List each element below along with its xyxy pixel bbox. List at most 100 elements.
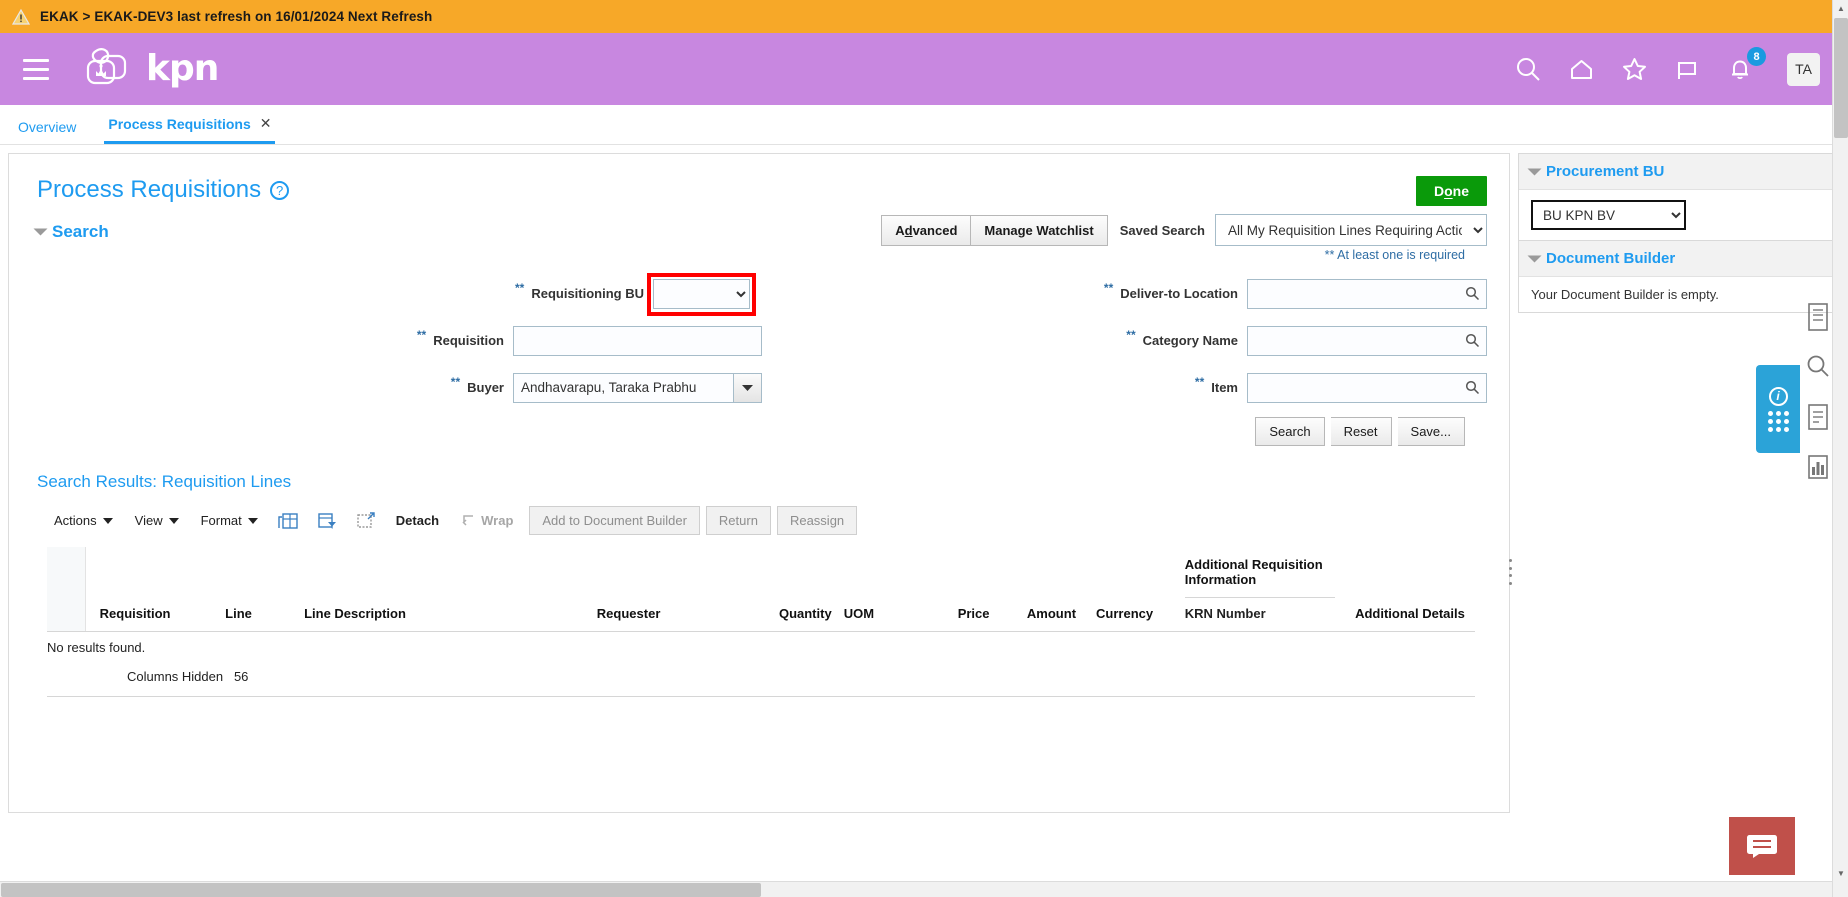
help-question-icon[interactable]: ?: [270, 180, 290, 200]
requisitioning-bu-control: [647, 272, 762, 316]
analytics-bar-icon[interactable]: [1801, 450, 1835, 484]
done-label-pre: D: [1433, 183, 1445, 199]
chevron-down-icon: [102, 517, 113, 524]
column-quantity[interactable]: Quantity: [752, 547, 844, 632]
requisition-input[interactable]: [513, 325, 762, 356]
search-lov-icon[interactable]: [1465, 333, 1480, 348]
search-panel-icon[interactable]: [1801, 350, 1835, 384]
hamburger-menu-icon[interactable]: [14, 47, 58, 91]
column-requester[interactable]: Requester: [596, 547, 753, 632]
procurement-bu-select[interactable]: BU KPN BV: [1531, 200, 1686, 230]
done-button[interactable]: Done: [1415, 176, 1487, 206]
column-krn-number[interactable]: KRN Number: [1184, 597, 1335, 632]
chevron-down-icon[interactable]: [734, 372, 762, 403]
chat-bubble-icon[interactable]: [1729, 817, 1795, 875]
apps-grid-icon: [1767, 410, 1789, 432]
view-menu[interactable]: View: [124, 508, 190, 533]
collapse-triangle-icon[interactable]: [1527, 168, 1542, 175]
notifications-bell-icon[interactable]: 8: [1725, 47, 1766, 84]
category-name-input[interactable]: [1247, 325, 1487, 356]
reset-button[interactable]: Reset: [1330, 417, 1392, 446]
warning-icon: [12, 8, 30, 25]
column-amount[interactable]: Amount: [1001, 547, 1089, 632]
view-menu-label: View: [134, 513, 163, 528]
document-builder-header[interactable]: Document Builder: [1519, 241, 1837, 277]
requisitioning-bu-select[interactable]: [653, 278, 750, 309]
column-line-description[interactable]: Line Description: [304, 547, 597, 632]
manage-watchlist-button[interactable]: Manage Watchlist: [971, 214, 1108, 246]
field-requisition: ** Requisition: [37, 317, 762, 364]
detach-icon[interactable]: [350, 507, 383, 535]
collapse-triangle-icon[interactable]: [1527, 255, 1542, 262]
kpn-logo[interactable]: kpn: [78, 45, 219, 93]
field-label-deliver-to-location: Deliver-to Location: [1120, 286, 1238, 301]
vertical-scroll-thumb[interactable]: [1834, 18, 1848, 138]
kpn-logo-text: kpn: [146, 48, 219, 89]
item-input[interactable]: [1247, 372, 1487, 403]
search-section: Search Advanced Manage Watchlist Saved S…: [9, 206, 1509, 446]
info-apps-icon[interactable]: i: [1756, 365, 1800, 453]
procurement-bu-title: Procurement BU: [1546, 163, 1665, 180]
home-icon[interactable]: [1566, 54, 1596, 84]
collapse-triangle-icon[interactable]: [33, 228, 48, 236]
freeze-columns-icon[interactable]: [272, 507, 305, 535]
save-button[interactable]: Save...: [1397, 417, 1465, 446]
column-currency[interactable]: Currency: [1088, 547, 1185, 632]
done-label-post: ne: [1452, 183, 1469, 199]
search-icon[interactable]: [1513, 54, 1543, 84]
format-menu[interactable]: Format: [190, 508, 269, 533]
environment-warning-text: EKAK > EKAK-DEV3 last refresh on 16/01/2…: [40, 9, 433, 24]
document-builder-panel: Document Builder Your Document Builder i…: [1518, 241, 1838, 313]
close-icon[interactable]: ✕: [260, 115, 272, 132]
column-uom[interactable]: UOM: [843, 547, 923, 632]
horizontal-scrollbar[interactable]: [0, 881, 1832, 897]
panel-resize-handle[interactable]: [1506, 559, 1515, 585]
saved-search-select[interactable]: All My Requisition Lines Requiring Actio…: [1215, 214, 1487, 246]
wrap-button: Wrap: [449, 508, 523, 534]
deliver-to-location-input[interactable]: [1247, 278, 1487, 309]
horizontal-scroll-thumb[interactable]: [1, 883, 761, 897]
field-buyer: ** Buyer: [37, 364, 762, 411]
flag-icon[interactable]: [1672, 54, 1702, 84]
search-fields: ** Requisitioning BU ** Requisition ** B…: [37, 262, 1487, 411]
format-menu-label: Format: [200, 513, 242, 528]
actions-menu[interactable]: Actions: [43, 508, 124, 533]
procurement-bu-header[interactable]: Procurement BU: [1519, 154, 1837, 190]
advanced-label-pre: A: [895, 222, 905, 238]
column-additional-details[interactable]: Additional Details: [1334, 547, 1475, 632]
return-button: Return: [705, 506, 771, 535]
column-price[interactable]: Price: [922, 547, 1002, 632]
search-button[interactable]: Search: [1255, 417, 1325, 446]
favorites-star-icon[interactable]: [1619, 54, 1649, 84]
field-deliver-to-location: ** Deliver-to Location: [762, 270, 1487, 317]
notes-icon[interactable]: [1801, 400, 1835, 434]
detach-button[interactable]: Detach: [386, 508, 449, 533]
search-lov-icon[interactable]: [1465, 380, 1480, 395]
tab-overview[interactable]: Overview: [14, 113, 80, 144]
required-mark: **: [514, 281, 525, 295]
scroll-up-icon[interactable]: ▲: [1833, 0, 1848, 16]
done-label-accesskey: o: [1444, 183, 1453, 199]
document-builder-body: Your Document Builder is empty.: [1531, 287, 1719, 302]
tab-process-requisitions[interactable]: Process Requisitions ✕: [104, 109, 276, 144]
required-mark: **: [1194, 375, 1205, 389]
search-fields-left: ** Requisitioning BU ** Requisition ** B…: [37, 270, 762, 411]
buyer-input[interactable]: [513, 372, 734, 403]
advanced-button[interactable]: Advanced: [881, 214, 972, 246]
document-icon[interactable]: [1801, 300, 1835, 334]
column-line[interactable]: Line: [225, 547, 305, 632]
user-avatar[interactable]: TA: [1787, 52, 1820, 86]
wrap-label: Wrap: [481, 513, 514, 528]
search-toolbar: Advanced Manage Watchlist Saved Search A…: [881, 214, 1487, 246]
vertical-scrollbar[interactable]: ▲ ▼: [1832, 0, 1848, 897]
header-icon-group: 8 TA: [1513, 47, 1820, 86]
side-panel-column: Procurement BU BU KPN BV Document Builde…: [1518, 153, 1838, 813]
scroll-down-icon[interactable]: ▼: [1833, 865, 1848, 881]
tab-process-requisitions-label: Process Requisitions: [108, 115, 251, 132]
search-lov-icon[interactable]: [1465, 286, 1480, 301]
detach-filter-icon[interactable]: [311, 507, 344, 535]
kpn-logo-icon: [78, 45, 136, 93]
column-requisition[interactable]: Requisition: [85, 547, 226, 632]
requisition-control: [513, 325, 762, 356]
procurement-bu-body: BU KPN BV: [1519, 190, 1837, 240]
